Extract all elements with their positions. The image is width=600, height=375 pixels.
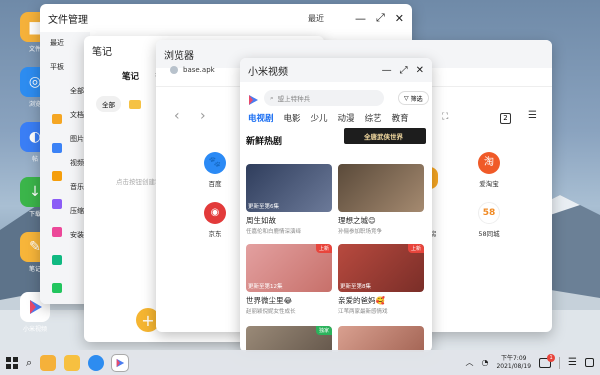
search-icon[interactable]: ⌕ [26,356,32,370]
tab-education[interactable]: 教育 [392,112,409,124]
folder-icon [52,114,62,124]
maximize-icon[interactable]: ⤢ [376,11,385,25]
document-icon [52,143,62,153]
jd-icon: ◉ [204,202,226,224]
close-icon[interactable]: ✕ [416,65,424,76]
folder-icon[interactable] [129,99,141,109]
globe-icon [170,66,178,74]
home-square-icon[interactable] [585,358,594,367]
browser-tab[interactable]: base.apk [170,66,215,74]
video-card[interactable]: 上新 更新至第8集 亲爱的爸妈🥰 江苇两家最新感情戏 [338,244,424,315]
sidebar-item-music[interactable]: 音乐 [40,168,90,192]
filter-icon: ▽ [404,94,409,102]
exclusive-badge: 独家 [315,326,332,335]
window-title: 浏览器 [164,50,194,62]
sidebar-item-docs[interactable]: 文档 [40,96,90,120]
sidebar-item-images[interactable]: 图片 [40,120,90,144]
shortcut-jd[interactable]: ◉ 京东 [204,202,226,238]
image-icon [52,171,62,181]
maximize-icon[interactable]: ⤢ [400,65,408,76]
tab-count-button[interactable]: 2 [500,113,511,124]
new-badge: 上新 [407,244,424,253]
breadcrumb: 最近 [308,13,324,23]
menu-icon[interactable]: ☰ [528,110,537,121]
chevron-up-icon[interactable]: ︿ [465,357,473,368]
shortcut-baidu[interactable]: 🐾 百度 [204,152,226,188]
promo-banner[interactable]: 全唐武侠世界 [344,128,426,144]
taskbar-app-files[interactable] [40,354,57,371]
baidu-icon: 🐾 [204,152,226,174]
music-icon [52,227,62,237]
notification-icon[interactable]: 1 [539,353,556,368]
tab-anime[interactable]: 动漫 [338,112,355,124]
taskbar-app-notes[interactable] [64,354,81,371]
sidebar-item-tablet[interactable]: 平板 [40,48,90,72]
sidebar-item-install[interactable]: 安装 [40,216,90,240]
minimize-icon[interactable]: — [355,12,366,25]
category-tabs: 电视剧 电影 少儿 动漫 综艺 教育 [240,106,432,124]
video-card[interactable]: 更新至第6集 周生如故 任嘉伦和白鹿情深演绎 [246,164,332,235]
clock-time: 下午7:09 [500,354,527,362]
tab-movies[interactable]: 电影 [284,112,301,124]
section-title: 新鲜热剧 [246,137,283,147]
video-thumbnail: 独家 [246,326,332,352]
shortcut-58[interactable]: 58 58同城 [478,202,500,238]
scan-icon[interactable]: ⛶ [442,112,448,122]
android-icon [52,283,62,293]
sidebar-item-all[interactable]: 全部 [40,72,90,96]
sidebar-item-recent[interactable]: 最近 [40,32,90,48]
file-manager-titlebar[interactable]: 文件管理 最近 — ⤢ ✕ [40,4,412,32]
menu-icon[interactable]: ☰ [568,357,577,368]
forward-icon[interactable]: › [200,108,206,124]
sidebar-item-archives[interactable]: 压缩 [40,192,90,216]
window-title: 笔记 [92,46,112,58]
close-icon[interactable]: ✕ [395,12,404,25]
window-title: 文件管理 [48,14,88,26]
video-card[interactable]: 理想之城😊 孙俪参加职场竞争 [338,164,424,235]
archive-icon [52,255,62,265]
back-icon[interactable]: ‹ [174,108,180,124]
taobao-icon: 淘 [478,152,500,174]
video-thumbnail [338,326,424,352]
notification-badge: 1 [547,353,556,362]
video-thumbnail: 上新 更新至第8集 [338,244,424,292]
tab-kids[interactable]: 少儿 [311,112,328,124]
tab-tv-series[interactable]: 电视剧 [248,112,274,124]
video-thumbnail: 更新至第6集 [246,164,332,212]
taskbar: ⌕ ︿ ◔ 下午7:09 2021/08/19 1 ☰ [0,350,600,375]
tab-variety[interactable]: 综艺 [365,112,382,124]
divider [559,356,561,369]
search-input[interactable]: ⌕ 盟上特种兵 [264,90,384,106]
video-card[interactable]: 独家 [246,326,332,352]
mi-video-window[interactable]: 小米视频 — ⤢ ✕ ⌕ 盟上特种兵 ▽ 筛选 电视剧 电影 少儿 动漫 综艺 教… [240,58,432,352]
wifi-icon: ◔ [481,358,489,367]
mi-video-titlebar[interactable]: 小米视频 — ⤢ ✕ [240,58,432,82]
sidebar-item-videos[interactable]: 视频 [40,144,90,168]
filter-all-button[interactable]: 全部 [96,96,121,112]
taskbar-app-browser[interactable] [88,354,105,371]
taskbar-app-mi-video[interactable] [111,353,130,372]
window-title: 小米视频 [248,66,288,78]
video-icon [52,199,62,209]
video-thumbnail [338,164,424,212]
shortcut-taobao[interactable]: 淘 爱淘宝 [478,152,500,188]
new-badge: 上新 [315,244,332,253]
58-icon: 58 [478,202,500,224]
file-manager-sidebar: 最近 平板 全部 文档 图片 视频 音乐 压缩 安装 [40,32,90,304]
tab-notes[interactable]: 笔记 [122,70,139,82]
video-card[interactable] [338,326,424,352]
search-icon: ⌕ [270,93,274,102]
app-logo-icon [247,91,259,110]
start-grid-icon[interactable] [6,356,18,369]
clock-date: 2021/08/19 [496,362,532,370]
filter-button[interactable]: ▽ 筛选 [398,91,429,105]
video-thumbnail: 上新 更新至第12集 [246,244,332,292]
video-card[interactable]: 上新 更新至第12集 世界微尘里😂 赵丽颖倪妮女性成长 [246,244,332,315]
minimize-icon[interactable]: — [382,65,392,76]
